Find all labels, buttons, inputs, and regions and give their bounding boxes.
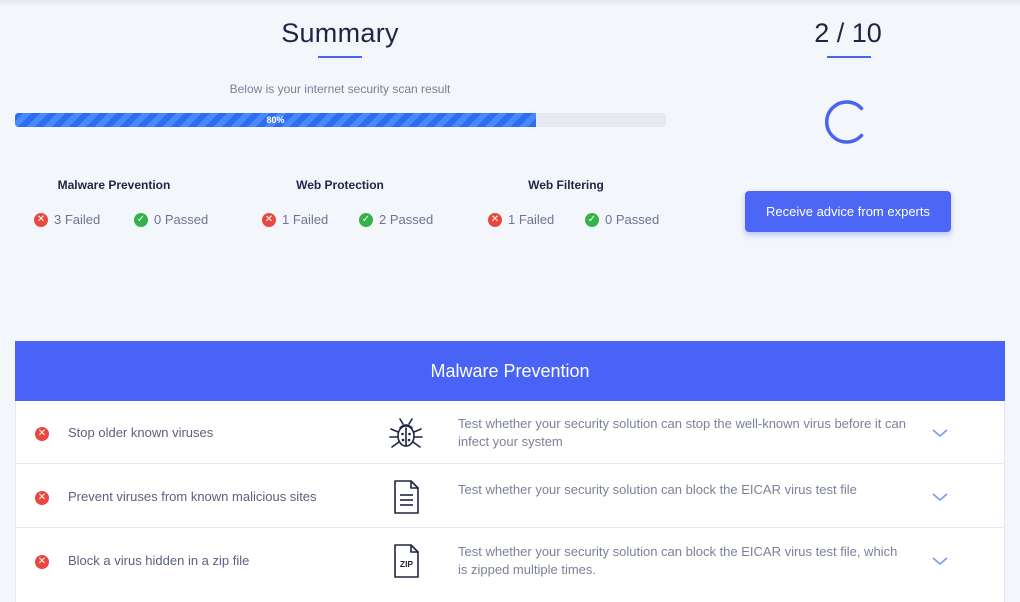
test-list: ✕ Stop older known viruses Test whether … [15, 401, 1005, 602]
failed-icon: ✕ [35, 491, 49, 505]
chevron-down-icon[interactable] [930, 423, 950, 443]
receive-advice-button[interactable]: Receive advice from experts [745, 191, 951, 232]
category-malware-prevention: Malware Prevention ✕ 3 Failed ✓ 0 Passed [4, 178, 224, 227]
test-title: Prevent viruses from known malicious sit… [68, 489, 317, 504]
scan-progress-bar: 80% [15, 113, 666, 127]
test-description: Test whether your security solution can … [458, 482, 857, 497]
chevron-down-icon[interactable] [930, 551, 950, 571]
test-description: Test whether your security solution can … [458, 544, 898, 577]
failed-icon: ✕ [35, 427, 49, 441]
top-shadow [0, 0, 1020, 6]
test-row[interactable]: ✕ Stop older known viruses Test whether … [16, 401, 1004, 464]
category-web-filtering: Web Filtering ✕ 1 Failed ✓ 0 Passed [456, 178, 676, 227]
passed-icon: ✓ [134, 212, 148, 227]
bug-icon [389, 418, 423, 448]
progress-label: 80% [266, 115, 285, 125]
test-title: Block a virus hidden in a zip file [68, 553, 250, 568]
test-counter: 2 / 10 [814, 18, 882, 48]
test-title: Stop older known viruses [68, 425, 214, 440]
summary-title: Summary [281, 18, 399, 48]
failed-icon: ✕ [262, 212, 276, 227]
failed-icon: ✕ [34, 212, 48, 227]
counter-underline [827, 56, 871, 58]
category-title: Web Protection [296, 178, 384, 192]
category-title: Web Filtering [528, 178, 604, 192]
failed-icon: ✕ [35, 555, 49, 569]
test-description: Test whether your security solution can … [458, 416, 906, 449]
passed-icon: ✓ [585, 212, 599, 227]
failed-count: ✕ 1 Failed [262, 212, 328, 227]
document-icon [394, 480, 419, 514]
passed-count: ✓ 0 Passed [585, 212, 659, 227]
failed-count: ✕ 3 Failed [34, 212, 100, 227]
zip-file-icon: ZIP [394, 544, 419, 578]
zip-label: ZIP [400, 559, 414, 569]
category-title: Malware Prevention [57, 178, 171, 192]
passed-icon: ✓ [359, 212, 373, 227]
failed-count: ✕ 1 Failed [488, 212, 554, 227]
test-row[interactable]: ✕ Prevent viruses from known malicious s… [16, 465, 1004, 528]
summary-underline [318, 56, 362, 58]
test-row[interactable]: ✕ Block a virus hidden in a zip file ZIP… [16, 529, 1004, 595]
section-header: Malware Prevention [15, 341, 1005, 401]
scan-subtitle: Below is your internet security scan res… [229, 82, 451, 96]
chevron-down-icon[interactable] [930, 487, 950, 507]
passed-count: ✓ 2 Passed [359, 212, 433, 227]
category-web-protection: Web Protection ✕ 1 Failed ✓ 2 Passed [230, 178, 450, 227]
passed-count: ✓ 0 Passed [134, 212, 208, 227]
failed-icon: ✕ [488, 212, 502, 227]
loading-spinner-icon [825, 100, 864, 144]
